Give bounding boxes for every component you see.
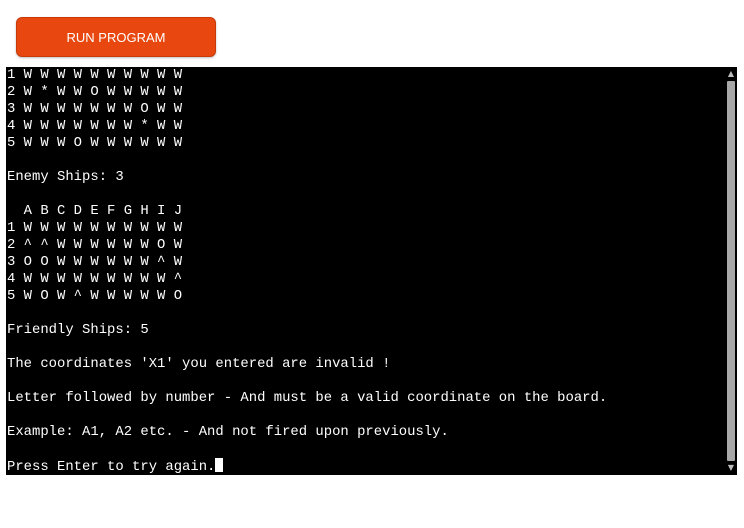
terminal-line: 1 W W W W W W W W W W <box>7 220 183 236</box>
terminal-line: 2 W * W W O W W W W W <box>7 84 183 100</box>
terminal-line: Enemy Ships: 3 <box>7 169 124 185</box>
terminal-line: 4 W W W W W W W W W ^ <box>7 271 183 287</box>
terminal-line: A B C D E F G H I J <box>7 203 183 219</box>
terminal-line: Press Enter to try again. <box>7 459 216 475</box>
terminal-line: 3 O O W W W W W W ^ W <box>7 254 183 270</box>
terminal-line: 5 W O W ^ W W W W W O <box>7 288 183 304</box>
terminal-line: 2 ^ ^ W W W W W W O W <box>7 237 183 253</box>
scroll-thumb[interactable] <box>727 81 735 461</box>
terminal-line: Friendly Ships: 5 <box>7 322 149 338</box>
terminal-line: Letter followed by number - And must be … <box>7 390 608 406</box>
terminal-line: 1 W W W W W W W W W W <box>7 67 183 83</box>
terminal-output[interactable]: 1 W W W W W W W W W W 2 W * W W O W W W … <box>6 67 737 475</box>
terminal-scrollbar[interactable]: ▲ ▼ <box>725 67 737 475</box>
terminal-line: 5 W W W O W W W W W W <box>7 135 183 151</box>
terminal-line: 3 W W W W W W W O W W <box>7 101 183 117</box>
terminal-line: The coordinates 'X1' you entered are inv… <box>7 356 391 372</box>
run-program-button[interactable]: RUN PROGRAM <box>16 17 216 57</box>
text-cursor <box>215 458 224 472</box>
terminal-text: 1 W W W W W W W W W W 2 W * W W O W W W … <box>7 67 607 475</box>
scroll-up-arrow-icon[interactable]: ▲ <box>725 68 737 80</box>
terminal-line: Example: A1, A2 etc. - And not fired upo… <box>7 424 449 440</box>
terminal-line: 4 W W W W W W W * W W <box>7 118 183 134</box>
scroll-down-arrow-icon[interactable]: ▼ <box>725 462 737 474</box>
